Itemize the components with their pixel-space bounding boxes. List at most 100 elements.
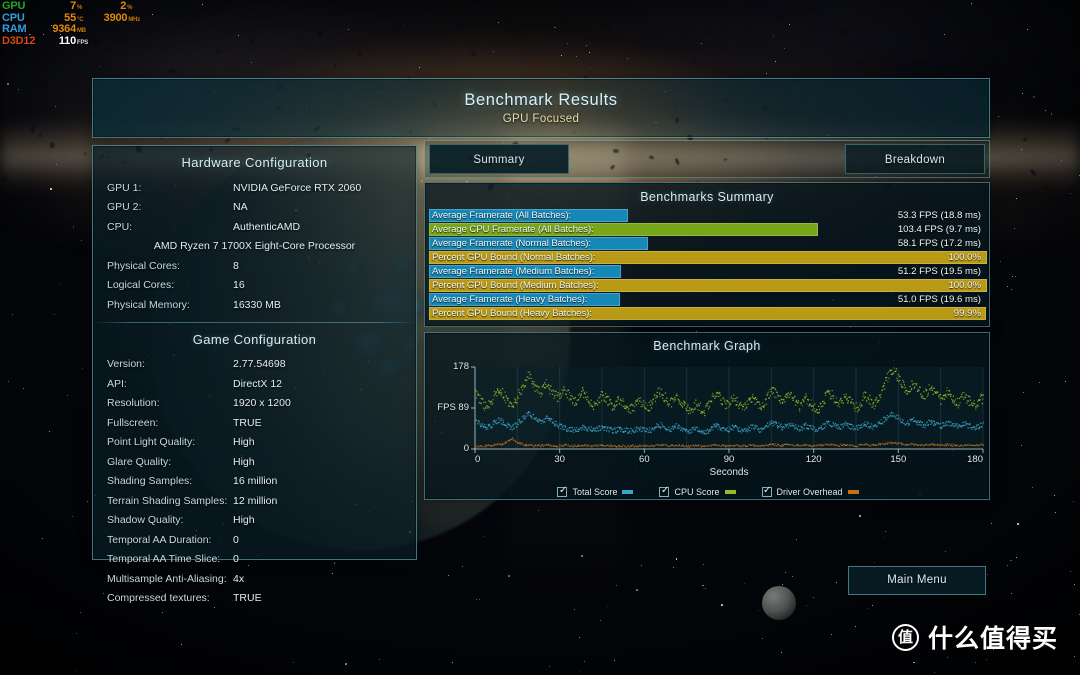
config-key: Compressed textures: xyxy=(107,592,210,605)
config-value: 0 xyxy=(233,553,239,566)
dust-mote xyxy=(38,133,42,138)
config-key: Shading Samples: xyxy=(107,475,193,488)
star xyxy=(636,589,638,591)
star xyxy=(22,387,24,389)
star xyxy=(975,662,976,663)
star xyxy=(1055,511,1057,513)
config-key: Shadow Quality: xyxy=(107,514,184,527)
star xyxy=(1010,592,1012,594)
dust-mote xyxy=(1022,137,1027,141)
osd-unit: °C xyxy=(77,16,84,23)
summary-bar-label: Percent GPU Bound (Medium Batches): xyxy=(432,280,599,292)
benchmark-graph-panel: Benchmark Graph Total Score CPU Score Driv… xyxy=(424,332,990,500)
star xyxy=(1011,276,1013,278)
star xyxy=(1021,93,1023,95)
summary-bar-value: 51.0 FPS (19.6 ms) xyxy=(897,294,981,305)
config-value: AuthenticAMD xyxy=(233,220,301,233)
star xyxy=(573,608,575,610)
summary-bar-row: Average CPU Framerate (All Batches): 103.… xyxy=(429,222,985,237)
config-row: Logical Cores: 16 xyxy=(107,276,402,296)
watermark-logo: 值 xyxy=(891,623,919,651)
tab-summary[interactable]: Summary xyxy=(429,144,569,174)
star xyxy=(497,21,499,23)
star xyxy=(766,72,768,74)
graph-plot-area: Total Score CPU Score Driver Overhead 178 F… xyxy=(425,359,991,501)
summary-bar-row: Average Framerate (All Batches): 53.3 FPS… xyxy=(429,209,985,223)
config-row: Fullscreen: TRUE xyxy=(107,413,402,433)
watermark: 值 什么值得买 xyxy=(891,619,1058,655)
star xyxy=(835,581,837,583)
star xyxy=(1073,500,1075,502)
config-key: Point Light Quality: xyxy=(107,436,196,449)
star xyxy=(1013,228,1015,230)
summary-bar-label: Percent GPU Bound (Normal Batches): xyxy=(432,252,596,264)
x-tick-label: 120 xyxy=(805,454,822,465)
star xyxy=(71,515,73,517)
star xyxy=(784,571,786,573)
config-row: GPU 2: NA xyxy=(107,198,402,218)
legend-item-driver-overhead[interactable]: Driver Overhead xyxy=(761,485,859,497)
star xyxy=(599,619,601,621)
star xyxy=(1017,523,1019,525)
main-menu-button[interactable]: Main Menu xyxy=(848,566,986,595)
star xyxy=(589,67,591,69)
performance-osd: GPU 7% 2% CPU 55 °C 3900 MHz RAM 9364 MB D3D12 110 FP… xyxy=(2,0,141,47)
summary-bar-label: Average CPU Framerate (All Batches): xyxy=(432,224,594,236)
config-row: Multisample Anti-Aliasing: 4x xyxy=(107,569,402,589)
summary-bar-value: 51.2 FPS (19.5 ms) xyxy=(897,266,981,278)
tab-bar: Summary Breakdown xyxy=(424,140,990,178)
osd-label: D3D12 xyxy=(2,34,36,47)
configuration-panel: Hardware Configuration GPU 1: NVIDIA GeFo… xyxy=(92,145,417,604)
x-tick-label: 0 xyxy=(475,454,481,465)
config-key: GPU 2: xyxy=(107,201,142,214)
legend-item-total-score[interactable]: Total Score xyxy=(557,485,634,497)
game-rows: Version: 2.77.54698 API: DirectX 12 Resoluti… xyxy=(93,355,416,609)
star xyxy=(347,28,349,30)
star xyxy=(1065,380,1067,382)
star xyxy=(812,596,814,598)
star xyxy=(48,430,50,432)
config-value: DirectX 12 xyxy=(233,377,283,390)
config-row: Shadow Quality: High xyxy=(107,511,402,531)
config-row: Resolution: 1920 x 1200 xyxy=(107,394,402,414)
config-value: 1920 x 1200 xyxy=(233,397,291,410)
summary-bar-row: Percent GPU Bound (Medium Batches): 100.0… xyxy=(429,278,987,293)
dust-mote xyxy=(746,30,750,34)
tab-breakdown[interactable]: Breakdown xyxy=(845,144,985,174)
config-key: Fullscreen: xyxy=(107,416,159,429)
config-row: API: DirectX 12 xyxy=(107,374,402,394)
config-value: NVIDIA GeForce RTX 2060 xyxy=(233,181,362,194)
x-tick-label: 60 xyxy=(639,454,650,465)
config-row: Point Light Quality: High xyxy=(107,433,402,453)
config-value: 12 million xyxy=(233,494,278,507)
star xyxy=(6,83,9,85)
y-tick-label-max: 178 xyxy=(453,361,469,372)
summary-bar-row: Average Framerate (Heavy Batches): 51.0 F… xyxy=(429,292,985,307)
checkbox-icon[interactable] xyxy=(557,485,568,497)
star xyxy=(1006,564,1008,566)
config-row: CPU: AuthenticAMD xyxy=(107,217,402,237)
config-row: Version: 2.77.54698 xyxy=(107,355,402,375)
summary-bar-value: 100.0% xyxy=(948,280,981,292)
osd-unit-secondary: MHz xyxy=(128,16,141,23)
checkbox-icon[interactable] xyxy=(659,485,670,497)
star xyxy=(508,575,510,577)
page-subtitle: GPU Focused xyxy=(502,113,580,125)
legend-color-swatch xyxy=(847,490,859,494)
summary-bar-value: 100.0% xyxy=(948,252,981,264)
star xyxy=(151,13,153,15)
cpu-full-name-row: AMD Ryzen 7 1700X Eight-Core Processor xyxy=(107,237,402,257)
y-tick-label-min: 0 xyxy=(463,443,469,454)
summary-bars: Average Framerate (All Batches): 53.3 FPS… xyxy=(425,209,989,321)
star xyxy=(201,3,203,5)
dust-mote xyxy=(987,56,996,63)
legend-color-swatch xyxy=(724,490,736,494)
config-value: High xyxy=(233,436,255,449)
legend-item-cpu-score[interactable]: CPU Score xyxy=(659,485,736,497)
config-key: Temporal AA Duration: xyxy=(107,533,212,546)
checkbox-icon[interactable] xyxy=(761,485,772,497)
config-key: Terrain Shading Samples: xyxy=(107,494,228,507)
config-key: Physical Memory: xyxy=(107,298,190,311)
config-value: 2.77.54698 xyxy=(233,358,286,371)
legend-label: CPU Score xyxy=(674,487,720,497)
